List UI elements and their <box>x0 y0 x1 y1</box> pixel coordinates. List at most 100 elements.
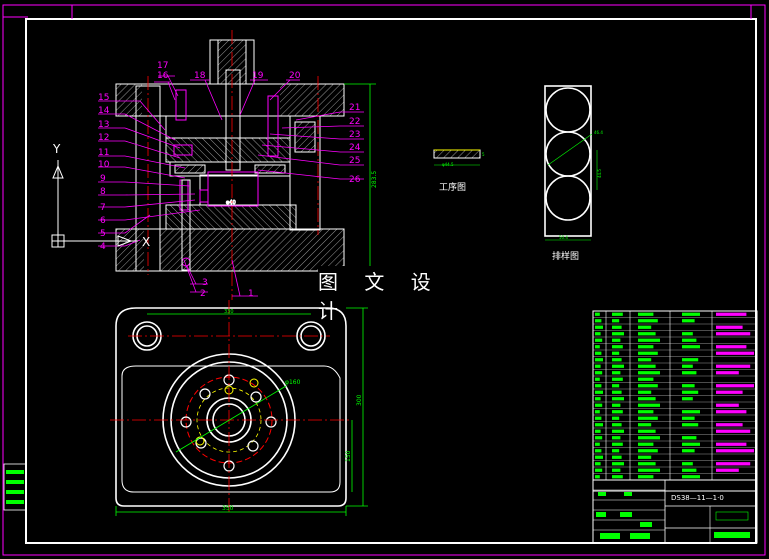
bolt-circle-label: φ160 <box>285 379 301 386</box>
bom-cell-mark <box>638 468 660 472</box>
bom-cell-mark <box>595 462 601 466</box>
bom-cell-mark <box>612 449 620 453</box>
bom-cell-mark <box>638 475 654 479</box>
bom-cell-mark <box>682 449 695 453</box>
left-revision-strip <box>3 463 27 511</box>
bom-cell-mark <box>682 358 699 362</box>
bom-cell-mark <box>682 475 700 479</box>
bom-cell-mark <box>716 449 754 453</box>
part-number-8: 8 <box>100 187 106 197</box>
bom-cell-mark <box>595 423 603 427</box>
bom-cell-mark <box>682 345 700 349</box>
screw-holes <box>180 374 277 472</box>
bom-cell-mark <box>716 468 739 472</box>
bom-table <box>592 310 758 492</box>
part-number-2: 2 <box>200 289 206 299</box>
bom-cell-mark <box>612 468 621 472</box>
part-number-19: 19 <box>252 71 264 81</box>
bom-cell-mark <box>612 397 624 401</box>
bom-cell-mark <box>612 429 624 433</box>
die-plan-view <box>115 307 347 507</box>
bom-cell-mark <box>716 371 739 375</box>
bom-cell-mark <box>682 364 693 368</box>
bom-cell-mark <box>638 390 652 394</box>
bom-cell-mark <box>716 403 739 407</box>
drawing-code: DS38—11—1·0 <box>671 494 724 502</box>
plan-half-height-label: 150 <box>345 450 352 462</box>
bom-cell-mark <box>612 325 622 329</box>
bom-cell-mark <box>716 390 743 394</box>
bom-cell-mark <box>595 371 603 375</box>
bom-cell-mark <box>682 390 699 394</box>
bom-cell-mark <box>595 468 603 472</box>
bom-cell-mark <box>612 423 622 427</box>
bom-cell-mark <box>612 384 620 388</box>
bom-cell-mark <box>612 475 623 479</box>
ucs-y-label: Y <box>52 142 61 156</box>
strip-pitch-label: 44.5 <box>597 169 602 178</box>
bom-cell-mark <box>638 312 654 316</box>
part-number-1: 1 <box>248 289 254 299</box>
bom-cell-mark <box>682 410 700 414</box>
bom-cell-mark <box>612 345 623 349</box>
bom-cell-mark <box>595 390 603 394</box>
bom-cell-mark <box>612 338 621 342</box>
bom-cell-mark <box>595 403 603 407</box>
overall-height-label: 283.5 <box>371 171 378 188</box>
part-number-17: 17 <box>157 61 168 71</box>
bom-cell-mark <box>716 312 747 316</box>
bom-cell-mark <box>612 358 622 362</box>
strip-width-label: 50.4 <box>559 235 568 240</box>
bom-cell-mark <box>595 338 603 342</box>
bom-cell-mark <box>682 397 693 401</box>
plan-height-label: 300 <box>356 394 363 406</box>
punch-dim-label: φ40 <box>226 200 236 206</box>
bom-cell-mark <box>638 351 658 355</box>
ucs-x-label: X <box>142 235 150 249</box>
bom-cell-mark <box>595 325 603 329</box>
process-part-height-label: 5 <box>482 152 485 157</box>
part-number-15: 15 <box>98 93 109 103</box>
bom-cell-mark <box>682 462 693 466</box>
bom-cell-mark <box>595 364 601 368</box>
bom-cell-mark <box>716 332 751 336</box>
bom-cell-mark <box>682 332 693 336</box>
part-number-26: 26 <box>349 175 361 185</box>
bom-cell-mark <box>638 410 654 414</box>
bom-cell-mark <box>612 364 624 368</box>
bom-cell-mark <box>638 345 654 349</box>
bom-cell-mark <box>638 423 652 427</box>
bom-cell-mark <box>638 319 658 323</box>
bom-cell-mark <box>612 351 620 355</box>
bom-cell-mark <box>638 455 652 459</box>
bom-cell-mark <box>638 403 660 407</box>
part-number-3: 3 <box>202 278 208 288</box>
bom-cell-mark <box>716 325 743 329</box>
bom-cell-mark <box>595 449 602 453</box>
bom-cell-mark <box>595 455 603 459</box>
part-number-4: 4 <box>100 242 106 252</box>
bom-cell-mark <box>595 475 600 479</box>
bom-cell-mark <box>638 325 652 329</box>
bom-cell-mark <box>638 429 656 433</box>
bom-cell-mark <box>612 390 622 394</box>
bom-cell-mark <box>638 462 656 466</box>
bom-cell-mark <box>612 371 621 375</box>
bom-cell-mark <box>638 377 654 381</box>
part-number-9: 9 <box>100 174 106 184</box>
bom-cell-mark <box>682 423 699 427</box>
bom-cell-mark <box>638 364 656 368</box>
part-number-25: 25 <box>349 156 360 166</box>
part-number-20: 20 <box>289 71 301 81</box>
part-number-16: 16 <box>157 71 169 81</box>
part-number-14: 14 <box>98 106 110 116</box>
bom-cell-mark <box>595 332 601 336</box>
part-number-11: 11 <box>98 148 109 158</box>
bom-cell-mark <box>716 429 751 433</box>
bom-cell-mark <box>682 371 697 375</box>
bom-cell-mark <box>716 410 747 414</box>
bom-cell-mark <box>638 332 656 336</box>
bom-cell-mark <box>682 338 697 342</box>
bom-cell-mark <box>595 436 603 440</box>
part-number-22: 22 <box>349 117 360 127</box>
